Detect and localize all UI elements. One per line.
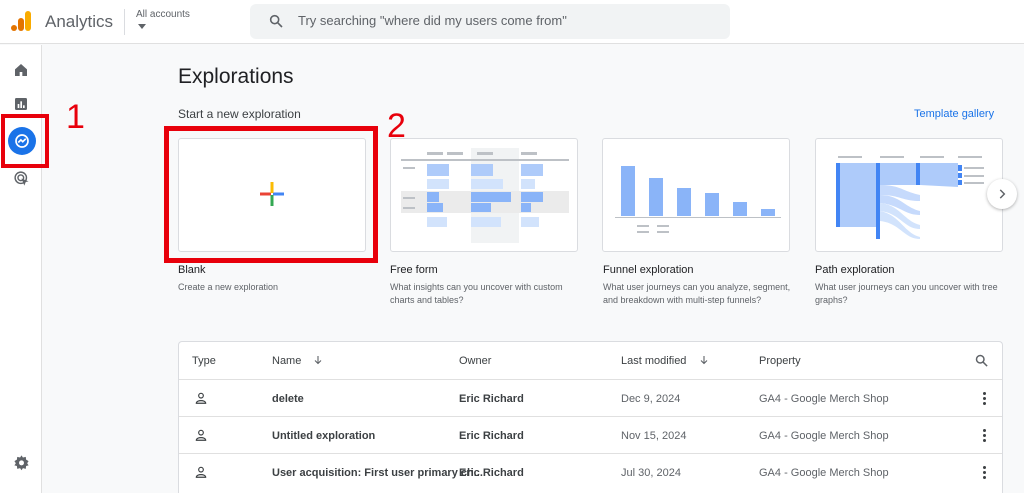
more-vert-icon[interactable]: [979, 427, 989, 443]
search-bar[interactable]: Try searching "where did my users come f…: [250, 4, 730, 39]
more-vert-icon[interactable]: [979, 390, 989, 406]
person-icon: [195, 466, 207, 478]
row-owner: Eric Richard: [459, 467, 524, 479]
reports-icon: [15, 98, 27, 110]
card-blank-desc: Create a new exploration: [178, 282, 279, 292]
funnel-illustration: [615, 166, 781, 233]
section-subtitle: Start a new exploration: [178, 107, 301, 121]
card-funnel-exploration[interactable]: [602, 138, 790, 252]
analytics-logo-icon[interactable]: [10, 10, 32, 32]
annotation-marker-1: 1: [66, 98, 85, 136]
advertising-icon: [13, 170, 29, 186]
person-icon: [195, 429, 207, 441]
home-icon: [15, 64, 27, 76]
search-input[interactable]: Try searching "where did my users come f…: [298, 13, 567, 28]
col-header-last-modified[interactable]: Last modified: [621, 355, 686, 367]
divider: [124, 9, 125, 35]
col-header-type: Type: [192, 355, 216, 367]
row-owner: Eric Richard: [459, 430, 524, 442]
settings-icon: [13, 454, 29, 470]
row-name[interactable]: Untitled exploration: [272, 430, 375, 442]
search-icon[interactable]: [974, 353, 989, 368]
carousel-next-button[interactable]: [987, 179, 1017, 209]
annotation-highlight-explore: [1, 114, 49, 168]
account-selector-label[interactable]: All accounts: [136, 9, 190, 20]
table-row[interactable]: User acquisition: First user primary ch.…: [179, 453, 1002, 490]
row-modified: Dec 9, 2024: [621, 393, 681, 405]
col-header-name[interactable]: Name: [272, 355, 301, 367]
caret-down-icon[interactable]: [138, 24, 146, 29]
sort-down-icon[interactable]: [698, 354, 710, 366]
left-nav-rail: [0, 45, 42, 493]
card-path-desc: What user journeys can you uncover with …: [815, 282, 998, 305]
col-header-property[interactable]: Property: [759, 355, 801, 367]
annotation-highlight-blank: [164, 126, 378, 263]
card-free-form-desc: What insights can you uncover with custo…: [390, 282, 563, 305]
person-icon: [195, 392, 207, 404]
row-name[interactable]: delete: [272, 393, 304, 405]
app-name[interactable]: Analytics: [45, 12, 113, 32]
row-name[interactable]: User acquisition: First user primary ch.…: [272, 467, 483, 479]
card-path-exploration[interactable]: [815, 138, 1003, 252]
nav-advertising[interactable]: [9, 166, 33, 190]
table-row[interactable]: Untitled exploration Eric Richard Nov 15…: [179, 416, 1002, 453]
template-gallery-link[interactable]: Template gallery: [914, 108, 994, 120]
nav-home[interactable]: [9, 58, 33, 82]
card-funnel-desc: What user journeys can you analyze, segm…: [603, 282, 791, 305]
row-property: GA4 - Google Merch Shop: [759, 393, 889, 405]
sort-down-icon[interactable]: [312, 354, 324, 366]
row-property: GA4 - Google Merch Shop: [759, 467, 889, 479]
page-title: Explorations: [178, 65, 294, 88]
explorations-table: Type Name Owner Last modified Property d…: [178, 341, 1003, 493]
card-free-form[interactable]: [390, 138, 578, 252]
row-modified: Jul 30, 2024: [621, 467, 681, 479]
search-icon: [269, 14, 283, 28]
row-owner: Eric Richard: [459, 393, 524, 405]
col-header-owner[interactable]: Owner: [459, 355, 491, 367]
nav-admin-settings[interactable]: [9, 450, 33, 474]
table-row[interactable]: delete Eric Richard Dec 9, 2024 GA4 - Go…: [179, 379, 1002, 416]
card-funnel-title[interactable]: Funnel exploration: [603, 264, 694, 276]
free-form-illustration: [401, 148, 569, 243]
more-vert-icon[interactable]: [979, 464, 989, 480]
top-bar: Analytics All accounts Try searching "wh…: [0, 0, 1024, 44]
card-blank-title[interactable]: Blank: [178, 264, 206, 276]
nav-reports[interactable]: [9, 92, 33, 116]
row-property: GA4 - Google Merch Shop: [759, 430, 889, 442]
path-illustration: [836, 156, 984, 239]
row-modified: Nov 15, 2024: [621, 430, 687, 442]
card-path-title[interactable]: Path exploration: [815, 264, 895, 276]
chevron-right-icon: [999, 189, 1006, 199]
card-free-form-title[interactable]: Free form: [390, 264, 438, 276]
